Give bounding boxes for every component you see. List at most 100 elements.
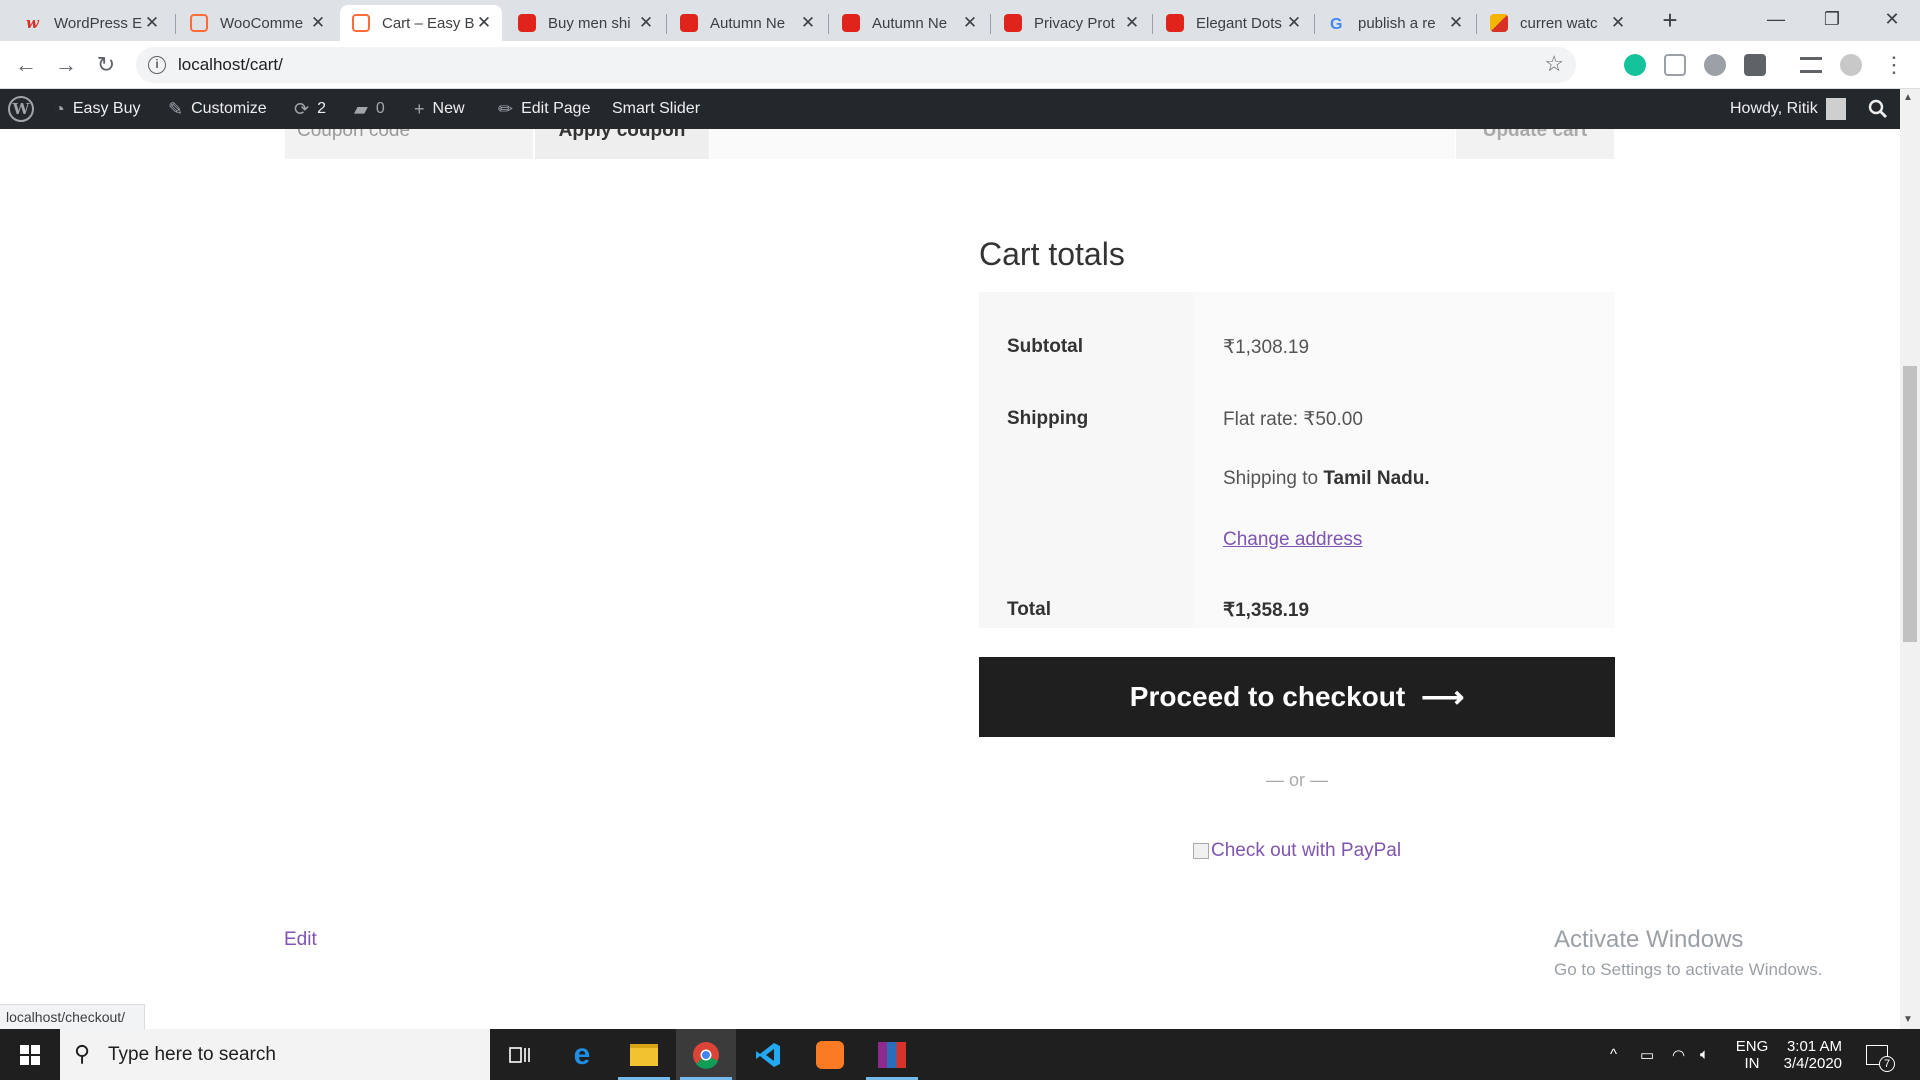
browser-tab[interactable]: Autumn Ne ✕ [830, 5, 988, 41]
close-tab-icon[interactable]: ✕ [638, 13, 654, 33]
browser-tab[interactable]: Autumn Ne ✕ [668, 5, 826, 41]
proceed-to-checkout-button[interactable]: Proceed to checkout ⟶ [979, 657, 1615, 737]
site-info-icon[interactable]: i [148, 56, 166, 74]
scrollbar-thumb[interactable] [1903, 366, 1917, 642]
close-tab-icon[interactable]: ✕ [800, 13, 816, 33]
browser-tab[interactable]: Privacy Prot ✕ [992, 5, 1150, 41]
browser-tab[interactable]: w WordPress E ✕ [12, 5, 170, 41]
scroll-up-arrow-icon[interactable]: ▲ [1903, 92, 1913, 103]
close-tab-icon[interactable]: ✕ [1448, 13, 1464, 33]
close-tab-icon[interactable]: ✕ [476, 13, 492, 33]
browser-tab[interactable]: G publish a re ✕ [1316, 5, 1474, 41]
windows-taskbar: ⚲ Type here to search e ^ ▭ ◠ 🔈︎ ENG IN … [0, 1029, 1920, 1080]
extension-icon[interactable] [1664, 54, 1686, 76]
coupon-code-input[interactable]: Coupon code [285, 129, 533, 159]
maximize-window-button[interactable]: ❐ [1804, 0, 1860, 40]
admin-bar-comments[interactable]: ▰ 0 [354, 89, 385, 129]
xampp-icon[interactable] [800, 1029, 860, 1080]
tab-separator [828, 14, 829, 34]
shipping-destination-place: Tamil Nadu. [1323, 468, 1430, 489]
admin-bar-customize[interactable]: ✎ Customize [168, 89, 267, 129]
globe-extension-icon[interactable] [1704, 54, 1726, 76]
apply-coupon-button[interactable]: Apply coupon [535, 129, 709, 159]
shopping-bag-favicon-icon [518, 14, 536, 32]
battery-icon[interactable]: ▭ [1640, 1029, 1654, 1080]
shipping-destination: Shipping to Tamil Nadu. [1223, 468, 1430, 489]
close-tab-icon[interactable]: ✕ [962, 13, 978, 33]
new-tab-button[interactable]: + [1656, 7, 1684, 35]
close-tab-icon[interactable]: ✕ [310, 13, 326, 33]
profile-avatar-icon[interactable] [1840, 54, 1862, 76]
edge-browser-icon[interactable]: e [552, 1029, 612, 1080]
tab-separator [175, 14, 176, 34]
right-arrow-icon: ⟶ [1421, 680, 1465, 714]
tab-separator [1476, 14, 1477, 34]
update-cart-button[interactable]: Update cart [1456, 129, 1614, 159]
reload-icon[interactable]: ↻ [92, 51, 120, 79]
tab-separator [666, 14, 667, 34]
admin-bar-search-icon[interactable] [1868, 89, 1888, 129]
admin-bar-site-name[interactable]: ◔ Easy Buy [54, 89, 140, 129]
address-url[interactable]: localhost/cart/ [178, 55, 283, 75]
chrome-menu-icon[interactable]: ⋮ [1880, 51, 1908, 79]
wordpress-logo-icon[interactable]: W [8, 89, 34, 129]
admin-bar-updates[interactable]: ⟳ 2 [294, 89, 326, 129]
or-separator: — or — [1265, 770, 1328, 790]
admin-bar-account[interactable]: Howdy, Ritik [1730, 89, 1846, 129]
vscode-icon[interactable] [738, 1029, 798, 1080]
back-arrow-icon[interactable]: ← [12, 51, 40, 79]
admin-bar-edit-page[interactable]: ✏ Edit Page [498, 89, 590, 129]
change-address-link[interactable]: Change address [1223, 529, 1362, 551]
input-language[interactable]: ENG IN [1732, 1029, 1772, 1080]
paypal-checkout-button[interactable]: Check out with PayPal [1193, 840, 1401, 862]
flag-favicon-icon [1490, 14, 1508, 32]
browser-tab[interactable]: Buy men shi ✕ [506, 5, 664, 41]
close-window-button[interactable]: ✕ [1864, 0, 1920, 40]
browser-tab[interactable]: curren watc ✕ [1478, 5, 1636, 41]
bookmark-star-icon[interactable]: ☆ [1544, 51, 1564, 77]
minimize-window-button[interactable]: — [1748, 0, 1804, 40]
start-button[interactable] [0, 1029, 60, 1080]
admin-bar-smart-slider[interactable]: Smart Slider [612, 89, 700, 129]
browser-tab-active[interactable]: Cart – Easy B ✕ [340, 5, 502, 41]
admin-bar-new[interactable]: + New [414, 89, 465, 129]
action-center-icon[interactable]: 7 [1866, 1029, 1895, 1080]
taskbar-search-box[interactable]: ⚲ Type here to search [60, 1029, 490, 1080]
wordpress-favicon-icon: w [24, 14, 42, 32]
updates-icon: ⟳ [294, 98, 310, 119]
edit-page-link[interactable]: Edit [284, 929, 317, 951]
cart-totals-table: Subtotal ₹1,308.19 Shipping Flat rate: ₹… [979, 292, 1615, 628]
page-content: Coupon code Apply coupon Update cart Car… [0, 129, 1900, 1029]
cart-actions-row [710, 129, 1455, 159]
close-tab-icon[interactable]: ✕ [1610, 13, 1626, 33]
extension-icon[interactable] [1744, 54, 1766, 76]
scroll-down-arrow-icon[interactable]: ▼ [1903, 1014, 1913, 1025]
search-icon: ⚲ [74, 1041, 91, 1066]
show-hidden-icons-chevron-icon[interactable]: ^ [1610, 1029, 1617, 1080]
comment-bubble-icon: ▰ [354, 98, 368, 119]
winrar-icon[interactable] [862, 1029, 922, 1080]
browser-tab[interactable]: WooComme ✕ [178, 5, 336, 41]
task-view-icon[interactable] [490, 1029, 550, 1080]
close-tab-icon[interactable]: ✕ [144, 13, 160, 33]
clock[interactable]: 3:01 AM 3/4/2020 [1780, 1029, 1842, 1080]
plus-icon: + [414, 98, 425, 119]
media-control-icon[interactable] [1800, 57, 1822, 73]
address-bar[interactable]: i localhost/cart/ ☆ [136, 47, 1576, 83]
close-tab-icon[interactable]: ✕ [1124, 13, 1140, 33]
xampp-favicon-icon [352, 14, 370, 32]
wp-admin-bar: W ◔ Easy Buy ✎ Customize ⟳ 2 ▰ 0 + New ✏… [0, 89, 1900, 129]
svg-text:G: G [1330, 16, 1342, 32]
shopping-bag-favicon-icon [842, 14, 860, 32]
forward-arrow-icon[interactable]: → [52, 51, 80, 79]
subtotal-label: Subtotal [1007, 336, 1083, 357]
file-explorer-icon[interactable] [614, 1029, 674, 1080]
chrome-app-icon[interactable] [676, 1029, 736, 1080]
wifi-icon[interactable]: ◠ [1672, 1029, 1685, 1080]
tab-separator [1152, 14, 1153, 34]
browser-tab[interactable]: Elegant Dots ✕ [1154, 5, 1312, 41]
windows-logo-icon [20, 1044, 40, 1065]
volume-icon[interactable]: 🔈︎ [1700, 1029, 1709, 1080]
close-tab-icon[interactable]: ✕ [1286, 13, 1302, 33]
grammarly-extension-icon[interactable] [1624, 54, 1646, 76]
